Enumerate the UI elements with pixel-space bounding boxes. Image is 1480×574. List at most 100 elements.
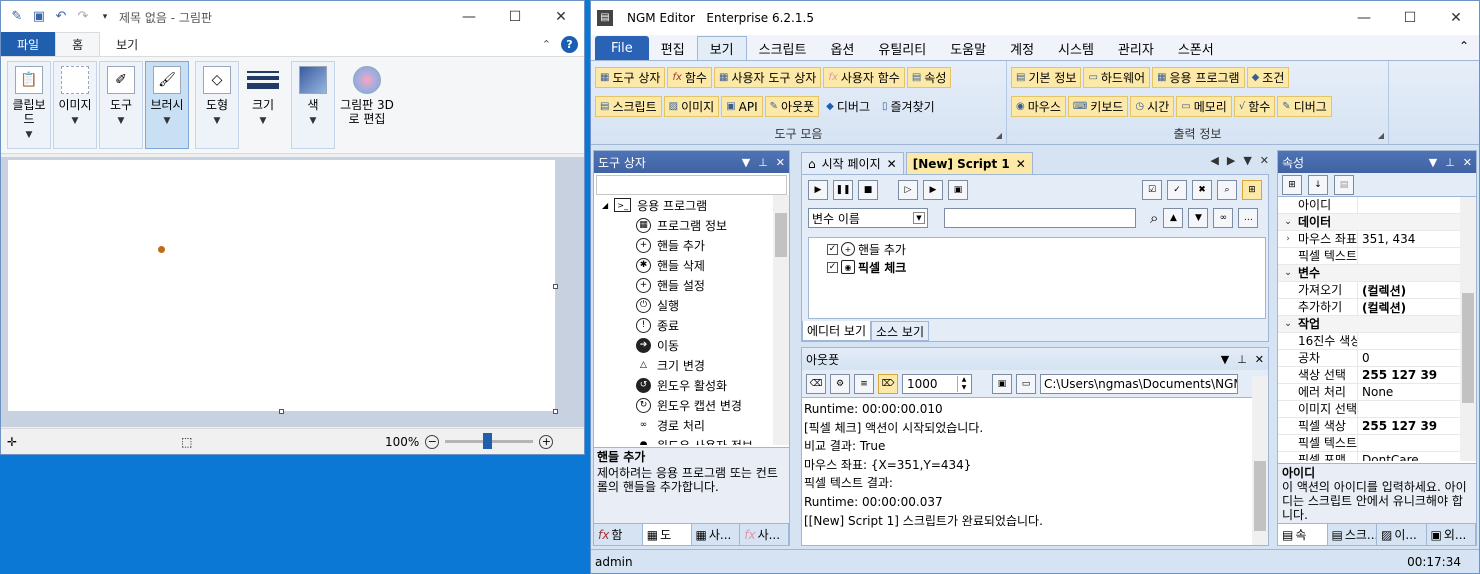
tab-image[interactable]: ▨ 이...	[1377, 524, 1427, 545]
menu-view[interactable]: 보기	[696, 36, 747, 60]
minimize-button[interactable]: —	[1341, 2, 1387, 34]
property-row[interactable]: 추가하기 (컬렉션)	[1278, 298, 1460, 316]
property-row[interactable]: 색상 선택 255 127 39	[1278, 366, 1460, 384]
property-row[interactable]: 픽셀 포맷 DontCare	[1278, 451, 1460, 461]
play-outline-button[interactable]: ▷	[898, 180, 918, 200]
minimize-button[interactable]: —	[446, 1, 492, 33]
keyboard-button[interactable]: ⌨ 키보드	[1067, 96, 1129, 117]
ribbon-paint3d[interactable]: 그림판 3D로 편집	[337, 61, 397, 149]
property-row[interactable]: 이미지 선택	[1278, 400, 1460, 418]
clear-log-button[interactable]: ⌫	[806, 373, 826, 394]
scroll-thumb[interactable]	[1462, 293, 1474, 403]
tab-menu-icon[interactable]: ▼	[1243, 154, 1251, 167]
save-button[interactable]: ▣	[992, 373, 1012, 394]
chevron-down-icon[interactable]: ⌄	[1278, 268, 1298, 278]
menu-file[interactable]: File	[595, 36, 649, 60]
pin-icon[interactable]: ⊥	[1237, 353, 1247, 366]
menu-options[interactable]: 옵션	[818, 36, 866, 60]
zoom-slider[interactable]	[445, 433, 534, 449]
log-settings-button[interactable]: ⚙	[830, 373, 850, 394]
tree-item[interactable]: ✱ 핸들 삭제	[594, 255, 772, 275]
tree-item[interactable]: ! 종료	[594, 315, 772, 335]
zoom-out-button[interactable]: −	[425, 434, 440, 449]
hardware-button[interactable]: ▭ 하드웨어	[1083, 67, 1151, 88]
step-into-button[interactable]: ▣	[948, 180, 968, 200]
script-area[interactable]: ✓ + 핸들 추가 ✓ ◉ 픽셀 체크	[808, 237, 1266, 319]
save-icon[interactable]: ▣	[31, 9, 47, 25]
chevron-down-icon[interactable]: ⌄	[1278, 217, 1298, 227]
ribbon-shapes[interactable]: ◇ 도형 ▼	[195, 61, 239, 149]
undo-icon[interactable]: ↶	[53, 9, 69, 25]
dialog-launcher-icon[interactable]: ◢	[1378, 131, 1384, 140]
close-icon[interactable]: ✕	[887, 157, 897, 171]
tree-item[interactable]: ↻ 윈도우 캡션 변경	[594, 395, 772, 415]
pane-menu-icon[interactable]: ▼	[1221, 353, 1229, 366]
script-line[interactable]: ✓ + 핸들 추가	[827, 240, 1247, 258]
chevron-right-icon[interactable]: ▶	[1227, 154, 1235, 167]
ribbon-collapse-icon[interactable]: ⌃	[542, 38, 551, 51]
ribbon-tools[interactable]: ✐ 도구 ▼	[99, 61, 143, 149]
ribbon-colors[interactable]: 색 ▼	[291, 61, 335, 149]
step-button[interactable]: ▶	[923, 180, 943, 200]
property-value[interactable]: 255 127 39	[1358, 368, 1460, 382]
mouse-button[interactable]: ◉ 마우스	[1011, 96, 1066, 117]
close-icon[interactable]: ✕	[1016, 157, 1026, 171]
property-row[interactable]: › 마우스 좌표 351, 434	[1278, 230, 1460, 248]
image-button[interactable]: ▨ 이미지	[663, 96, 720, 117]
pane-menu-icon[interactable]: ▼	[742, 156, 750, 169]
eraser-button[interactable]: ⌦	[878, 373, 898, 394]
search-button[interactable]: ⌕	[1217, 180, 1237, 200]
user-toolbox-button[interactable]: ▦ 사용자 도구 상자	[713, 67, 822, 88]
maximize-button[interactable]: ☐	[1387, 2, 1433, 34]
property-row[interactable]: 픽셀 텍스트	[1278, 434, 1460, 452]
tree-item[interactable]: ↺ 윈도우 활성화	[594, 375, 772, 395]
resize-handle[interactable]	[553, 284, 558, 289]
script-line[interactable]: ✓ ◉ 픽셀 체크	[827, 258, 1247, 276]
tab-start-page[interactable]: ⌂ 시작 페이지 ✕	[801, 152, 904, 174]
resize-handle[interactable]	[279, 409, 284, 414]
line-checkbox[interactable]: ✓	[827, 243, 838, 255]
output-scrollbar[interactable]	[1252, 376, 1268, 545]
sort-alpha-button[interactable]: ↓	[1308, 174, 1328, 195]
property-value[interactable]: (컬렉션)	[1358, 282, 1460, 299]
log-count-stepper[interactable]: 1000 ▲ ▼	[902, 373, 972, 394]
menu-edit[interactable]: 편집	[649, 36, 697, 60]
chevron-right-icon[interactable]: ›	[1278, 234, 1298, 244]
variable-select[interactable]: 변수 이름 ▼	[808, 208, 928, 228]
dialog-launcher-icon[interactable]: ◢	[996, 131, 1002, 140]
tree-node-application[interactable]: ◢ >_ 응용 프로그램	[594, 195, 772, 215]
basic-info-button[interactable]: ▤ 기본 정보	[1011, 67, 1082, 88]
check-all-button[interactable]: ☑	[1142, 180, 1162, 200]
tree-item[interactable]: ➔ 이동	[594, 335, 772, 355]
debug-output-button[interactable]: ✎ 디버그	[1277, 96, 1332, 117]
redo-icon[interactable]: ↷	[75, 9, 91, 25]
property-value[interactable]: None	[1358, 385, 1460, 399]
close-icon[interactable]: ✕	[776, 156, 785, 169]
move-down-button[interactable]: ▼	[1188, 208, 1209, 228]
properties-button[interactable]: ▤ 속성	[906, 67, 952, 88]
tab-source-view[interactable]: 소스 보기	[871, 321, 929, 341]
move-up-button[interactable]: ▲	[1163, 208, 1184, 228]
property-row[interactable]: 공차 0	[1278, 349, 1460, 367]
property-row[interactable]: 아이디	[1278, 197, 1460, 214]
chevron-down-icon[interactable]: ⌄	[1278, 319, 1298, 329]
scroll-thumb[interactable]	[1254, 461, 1266, 531]
tree-item[interactable]: + 핸들 설정	[594, 275, 772, 295]
application-button[interactable]: ▦ 응용 프로그램	[1152, 67, 1245, 88]
tab-external[interactable]: ▣ 외...	[1427, 524, 1476, 545]
pin-icon[interactable]: ⊥	[758, 156, 768, 169]
menu-account[interactable]: 계정	[998, 36, 1046, 60]
log-path-field[interactable]: C:\Users\ngmas\Documents\NGM6\	[1040, 373, 1238, 394]
resize-handle[interactable]	[553, 409, 558, 414]
menu-script[interactable]: 스크립트	[747, 36, 819, 60]
tab-toolbox[interactable]: ▦ 도	[642, 524, 692, 545]
menu-utility[interactable]: 유틸리티	[866, 36, 938, 60]
menu-sponsor[interactable]: 스폰서	[1166, 36, 1226, 60]
ribbon-image[interactable]: 이미지 ▼	[53, 61, 97, 149]
pin-icon[interactable]: ⊥	[1445, 156, 1455, 169]
toolbox-scrollbar[interactable]	[773, 195, 789, 445]
tab-script-1[interactable]: [New] Script 1 ✕	[905, 152, 1033, 174]
condition-button[interactable]: ◆ 조건	[1246, 67, 1290, 88]
function-button[interactable]: fx 함수	[667, 67, 712, 88]
ribbon-brush[interactable]: 🖌 브러시 ▼	[145, 61, 189, 149]
